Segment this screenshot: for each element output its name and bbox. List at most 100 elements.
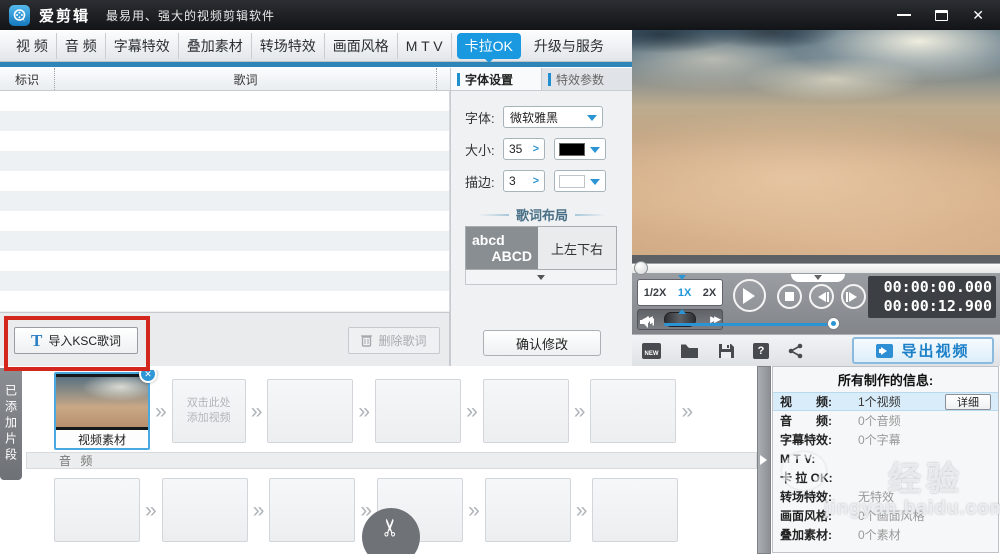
app-logo-icon [9,4,30,26]
delete-lyrics-button[interactable]: 删除歌词 [348,327,440,354]
tab-overlay-material[interactable]: 叠加素材 [179,32,252,59]
video-clip-selected[interactable]: 视频素材 ✕ [54,370,157,450]
seek-handle[interactable] [634,261,648,275]
export-video-button[interactable]: 导出视频 [852,337,994,364]
empty-audio-slot[interactable] [592,478,679,542]
tab-effect-params[interactable]: 特效参数 [541,68,632,90]
font-label: 字体: [465,110,495,126]
settings-panel: 字体设置 特效参数 字体: 微软雅黑 大小: 35 > 描边: 3 > 歌词布局… [450,68,632,366]
stroke-color-select[interactable] [554,170,606,192]
close-icon[interactable]: ✕ [972,8,984,22]
trash-icon [361,335,373,347]
empty-video-slot[interactable] [590,379,677,443]
tab-video[interactable]: 视 频 [8,32,57,59]
play-button[interactable] [733,279,766,312]
step-back-icon [813,291,826,302]
size-label: 大小: [465,142,495,158]
layout-dropdown[interactable] [465,270,617,285]
font-family-select[interactable]: 微软雅黑 [503,106,603,128]
clip-thumbnail [56,374,148,430]
add-video-slot[interactable]: 双击此处 添加视频 [171,379,246,443]
chevron-down-icon [587,114,597,126]
empty-audio-slot[interactable] [54,478,140,542]
empty-audio-slot[interactable] [269,478,356,542]
tab-transition-effects[interactable]: 转场特效 [252,32,325,59]
share-icon[interactable] [788,343,803,359]
confirm-changes-button[interactable]: 确认修改 [483,330,601,356]
tab-upgrade-service[interactable]: 升级与服务 [526,33,612,59]
stop-icon [785,292,794,301]
app-window: 爱剪辑 最易用、强大的视频剪辑软件 ✕ 视 频 音 频 字幕特效 叠加素材 转场… [0,0,1000,554]
empty-audio-slot[interactable] [484,478,571,542]
speed-marker-icon [678,275,686,284]
tab-audio[interactable]: 音 频 [57,32,106,59]
font-color-select[interactable] [554,138,606,160]
titlebar: 爱剪辑 最易用、强大的视频剪辑软件 ✕ [0,0,1000,30]
empty-video-slot[interactable] [482,379,569,443]
tab-karaoke[interactable]: 卡拉OK [456,32,521,59]
info-row-style: 画面风格: 0个画面风格 [780,509,925,523]
prev-frame-button[interactable] [809,284,834,309]
app-tagline: 最易用、强大的视频剪辑软件 [106,8,276,23]
next-frame-button[interactable] [841,284,866,309]
highlight-annotation-box [4,316,150,371]
video-preview[interactable] [632,30,1000,255]
empty-video-slot[interactable] [267,379,354,443]
added-clips-tab[interactable]: 已添加片段 [0,368,22,480]
lyrics-list-scrollbar[interactable] [436,68,450,90]
chevron-right-icon: » [155,399,167,423]
menu-underline [0,62,632,67]
volume-slider-handle[interactable] [827,317,840,330]
empty-audio-slot[interactable] [161,478,248,542]
scissors-icon: ✂ [377,517,405,538]
lyrics-list[interactable] [0,91,450,312]
volume-slider[interactable] [664,323,836,326]
open-folder-icon[interactable] [680,343,699,359]
info-row-subtitle: 字幕特效: 0个字幕 [780,433,901,447]
stepper-arrow-icon: > [532,143,539,155]
new-project-icon[interactable]: NEW [642,342,661,359]
empty-video-slot[interactable] [375,379,462,443]
chevron-down-icon [590,146,600,158]
stroke-size-stepper[interactable]: 3 > [503,170,545,192]
audio-track-header: 音 频 [26,452,757,469]
time-display: 00:00:00.000 00:00:12.900 [868,276,996,318]
minimize-icon[interactable] [897,14,912,16]
seek-bar[interactable] [632,263,1000,274]
info-row-video[interactable]: 视 频: 1个视频 详细 [773,392,998,411]
tab-subtitle-effects[interactable]: 字幕特效 [106,32,179,59]
info-row-overlay: 叠加素材: 0个素材 [780,528,901,542]
menu-bar: 视 频 音 频 字幕特效 叠加素材 转场特效 画面风格 M T V 卡拉OK 升… [0,30,632,62]
panel-expand-handle[interactable] [757,366,771,554]
speed-2x[interactable]: 2X [703,287,716,299]
tab-picture-style[interactable]: 画面风格 [325,32,398,59]
info-row-transition: 转场特效: 无特效 [780,490,895,504]
layout-preview-sample: abcd ABCD [466,227,538,269]
tab-font-settings[interactable]: 字体设置 [451,68,541,90]
save-icon[interactable] [718,343,734,359]
details-button[interactable]: 详细 [945,393,991,410]
column-header-id: 标识 [0,68,55,90]
chevron-down-icon [537,274,545,284]
chevron-right-icon: » [573,399,586,423]
tab-mtv[interactable]: M T V [398,32,452,59]
speed-1x[interactable]: 1X [678,287,691,299]
layout-mode-label: 上左下右 [538,227,616,269]
tab-accent-bar [457,72,460,86]
info-row-mtv: M T V: [780,451,816,466]
font-size-stepper[interactable]: 35 > [503,138,545,160]
remove-clip-icon[interactable]: ✕ [139,370,157,383]
chevron-right-icon: » [252,498,265,522]
volume-icon[interactable] [640,315,656,334]
time-current: 00:00:00.000 [883,278,992,297]
maximize-icon[interactable] [935,9,949,21]
panel-collapse-notch[interactable] [791,274,845,282]
chevron-right-icon: » [358,399,371,423]
stop-button[interactable] [777,284,802,309]
chevron-right-icon: » [468,498,480,522]
video-track: 视频素材 ✕ » 双击此处 添加视频 » » » » » [26,370,757,452]
speed-half[interactable]: 1/2X [644,287,667,299]
app-title: 爱剪辑 [39,7,91,25]
lyrics-layout-preview[interactable]: abcd ABCD 上左下右 [465,226,617,270]
help-icon[interactable]: ? [753,342,769,359]
